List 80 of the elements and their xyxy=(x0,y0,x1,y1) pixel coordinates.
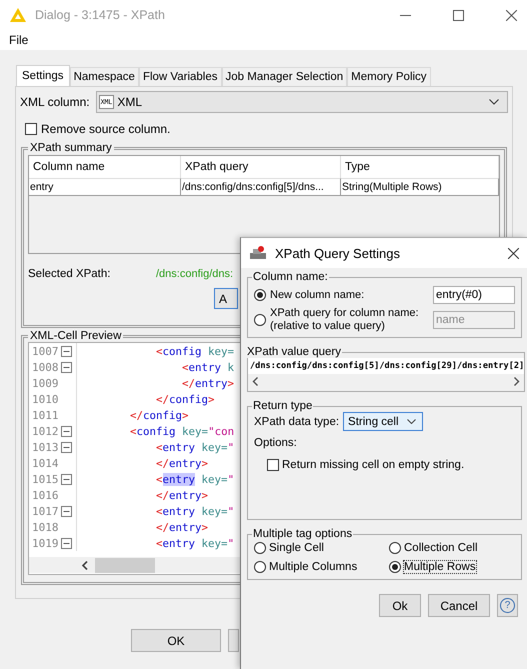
tab[interactable]: Settings xyxy=(16,65,70,86)
fold-icon[interactable] xyxy=(61,346,72,356)
selected-xpath-value: /dns:config/dns: xyxy=(156,268,234,280)
menu-item[interactable]: File xyxy=(8,33,30,47)
help-button[interactable]: ? xyxy=(497,594,518,617)
radio-sublabel: (relative to value query) xyxy=(270,320,386,333)
checkbox-label: Remove source column. xyxy=(41,122,170,136)
xml-column-label: XML column: xyxy=(20,95,90,109)
radio-button[interactable] xyxy=(389,561,401,573)
code-line: </entry> xyxy=(155,520,208,534)
fold-icon[interactable] xyxy=(61,506,72,516)
text-field[interactable]: entry(#0) xyxy=(433,286,515,304)
checkbox[interactable] xyxy=(267,459,279,471)
code-line: </entry> xyxy=(181,376,234,390)
ok-button[interactable]: OK xyxy=(131,629,221,652)
code-line: </entry> xyxy=(155,488,208,502)
app-icon xyxy=(249,245,267,261)
radio-label: Single Cell xyxy=(269,542,324,554)
xpath-query-text: /dns:config/dns:config[5]/dns:config[29]/dns:entry[2] xyxy=(248,358,524,374)
close-icon[interactable] xyxy=(506,10,517,20)
radio-label: Collection Cell xyxy=(404,542,478,554)
data-type-dropdown[interactable]: String cell xyxy=(343,412,424,431)
code-line: </config> xyxy=(129,408,189,422)
selected-xpath-label: Selected XPath: xyxy=(28,268,112,280)
maximize-icon[interactable] xyxy=(453,10,464,20)
code-line: <config key= xyxy=(155,344,234,358)
tab[interactable]: Job Manager Selection xyxy=(222,67,348,86)
dialog-title: XPath Query Settings xyxy=(275,246,402,260)
scrollbar-thumb[interactable] xyxy=(95,558,155,572)
code-line: </config> xyxy=(155,392,215,406)
code-line: <entry key=" xyxy=(155,504,234,518)
group-title: XPath value query xyxy=(246,346,342,358)
fold-icon[interactable] xyxy=(61,538,72,548)
column-header[interactable]: Column name xyxy=(29,156,181,178)
group-title: Return type xyxy=(252,400,314,412)
radio-button[interactable] xyxy=(389,542,401,554)
code-line: <entry k xyxy=(181,360,234,374)
radio-label: XPath query for column name: xyxy=(270,307,420,320)
fold-icon[interactable] xyxy=(61,442,72,452)
window-title: Dialog - 3:1475 - XPath xyxy=(35,8,166,22)
code-line: <config key="con xyxy=(129,424,234,438)
radio-button[interactable] xyxy=(254,542,266,554)
group-title: XPath summary xyxy=(29,142,113,154)
scroll-right-icon[interactable] xyxy=(513,377,520,386)
close-icon[interactable] xyxy=(508,248,519,258)
code-line: </entry> xyxy=(155,456,208,470)
radio-button[interactable] xyxy=(254,561,266,573)
fold-icon[interactable] xyxy=(61,426,72,436)
radio-label: Multiple Rows xyxy=(404,561,476,573)
add-button[interactable]: A xyxy=(214,288,238,309)
scroll-left-icon[interactable] xyxy=(252,377,259,386)
fold-icon[interactable] xyxy=(61,474,72,484)
radio-button[interactable] xyxy=(254,289,266,301)
code-line: <entry key=" xyxy=(155,440,234,454)
tab[interactable]: Namespace xyxy=(70,67,139,86)
data-type-label: XPath data type: xyxy=(254,416,340,428)
cancel-button[interactable]: Cancel xyxy=(428,594,490,617)
table-cell: /dns:config/dns:config[5]/dns... xyxy=(181,178,341,196)
options-label: Options: xyxy=(254,437,298,449)
column-header[interactable]: Type xyxy=(341,156,499,178)
radio-label: New column name: xyxy=(270,288,366,302)
group-title: XML-Cell Preview xyxy=(29,330,122,342)
table-cell: entry xyxy=(29,178,181,196)
group-title: Column name: xyxy=(252,271,329,283)
radio-label: Multiple Columns xyxy=(269,561,358,573)
scroll-left-icon[interactable] xyxy=(81,560,89,570)
code-line: <entry key=" xyxy=(155,472,234,486)
fold-icon[interactable] xyxy=(61,362,72,372)
app-logo-icon xyxy=(9,7,27,23)
chevron-icon xyxy=(489,99,499,105)
table-cell: String(Multiple Rows) xyxy=(341,178,499,196)
checkbox-label: Return missing cell on empty string. xyxy=(282,459,464,471)
group-title: Multiple tag options xyxy=(252,528,354,540)
code-line: <entry key=" xyxy=(155,536,234,550)
tab[interactable]: Flow Variables xyxy=(138,67,222,86)
checkbox[interactable] xyxy=(25,123,37,135)
tab[interactable]: Memory Policy xyxy=(347,67,431,86)
chevron-icon xyxy=(407,419,416,424)
column-header[interactable]: XPath query xyxy=(181,156,341,178)
ok-button[interactable]: Ok xyxy=(379,594,421,617)
